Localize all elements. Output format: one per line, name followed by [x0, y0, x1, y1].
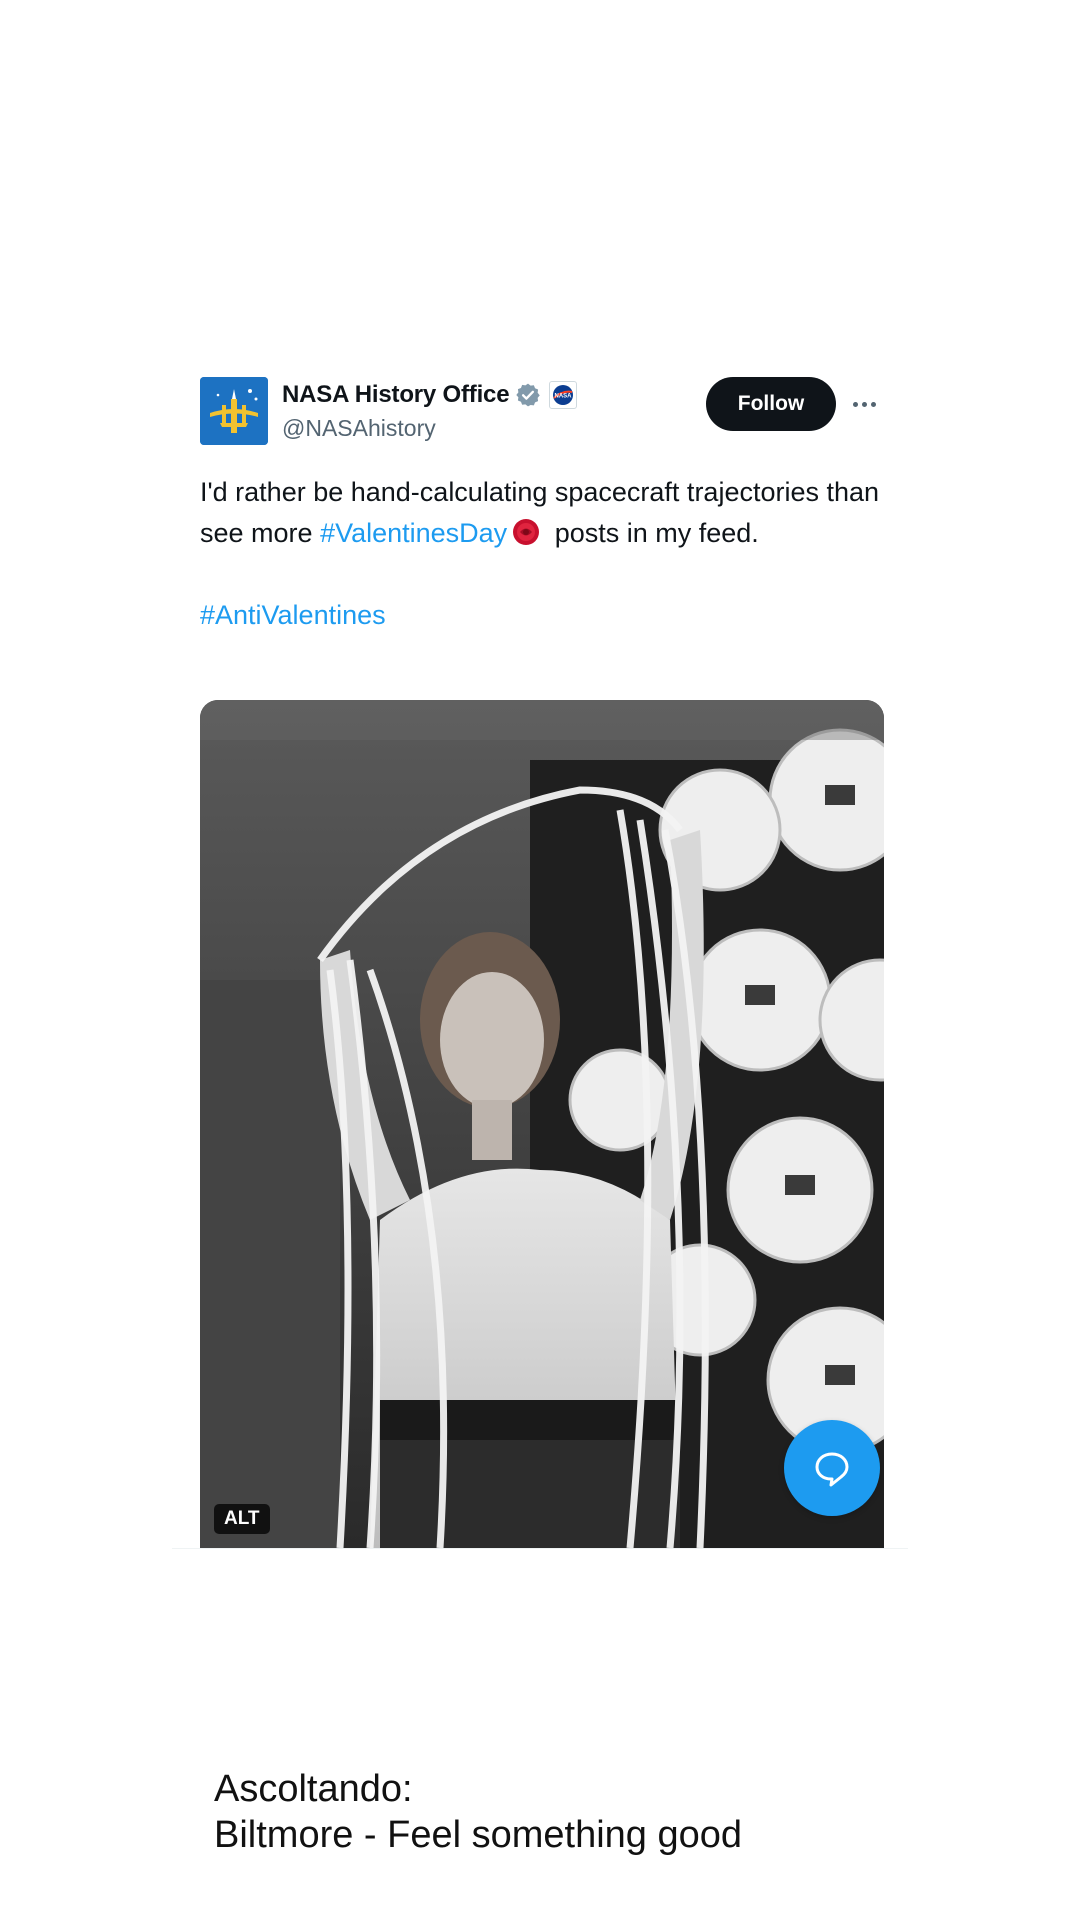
hashtag-antivalentines-link[interactable]: #AntiValentines: [200, 600, 386, 630]
more-dots-icon[interactable]: [848, 389, 880, 419]
reply-bubble-icon: [815, 1452, 849, 1487]
tweet-photo[interactable]: ALT: [200, 700, 884, 1548]
author-handle[interactable]: @NASAhistory: [282, 415, 577, 442]
follow-button[interactable]: Follow: [706, 377, 836, 431]
tweet-header: NASA History Office NASA @NASAhistory Fo…: [200, 377, 880, 447]
now-playing-caption: Ascoltando: Biltmore - Feel something go…: [214, 1766, 742, 1858]
reply-button[interactable]: [784, 1420, 880, 1516]
verified-badge-icon: [516, 383, 541, 407]
alt-text-badge[interactable]: ALT: [214, 1504, 270, 1534]
hashtag-valentinesday-link[interactable]: #ValentinesDay: [320, 518, 507, 548]
svg-text:NASA: NASA: [555, 394, 573, 400]
nasa-history-logo-icon: [200, 377, 268, 445]
tweet-text: I'd rather be hand-calculating spacecraf…: [200, 472, 890, 636]
tweet-card[interactable]: NASA History Office NASA @NASAhistory Fo…: [172, 360, 908, 1549]
author-display-name[interactable]: NASA History Office: [282, 381, 510, 409]
rose-icon: [513, 519, 540, 545]
avatar[interactable]: [200, 377, 268, 445]
photo-woman-with-tape-image: [200, 700, 884, 1548]
author-names[interactable]: NASA History Office NASA @NASAhistory: [282, 379, 578, 442]
now-playing-track: Biltmore - Feel something good: [214, 1814, 743, 1856]
nasa-meatball-logo-icon[interactable]: NASA: [549, 381, 578, 409]
tweet-text-part2: posts in my feed.: [547, 518, 759, 548]
now-playing-label: Ascoltando:: [214, 1768, 413, 1810]
